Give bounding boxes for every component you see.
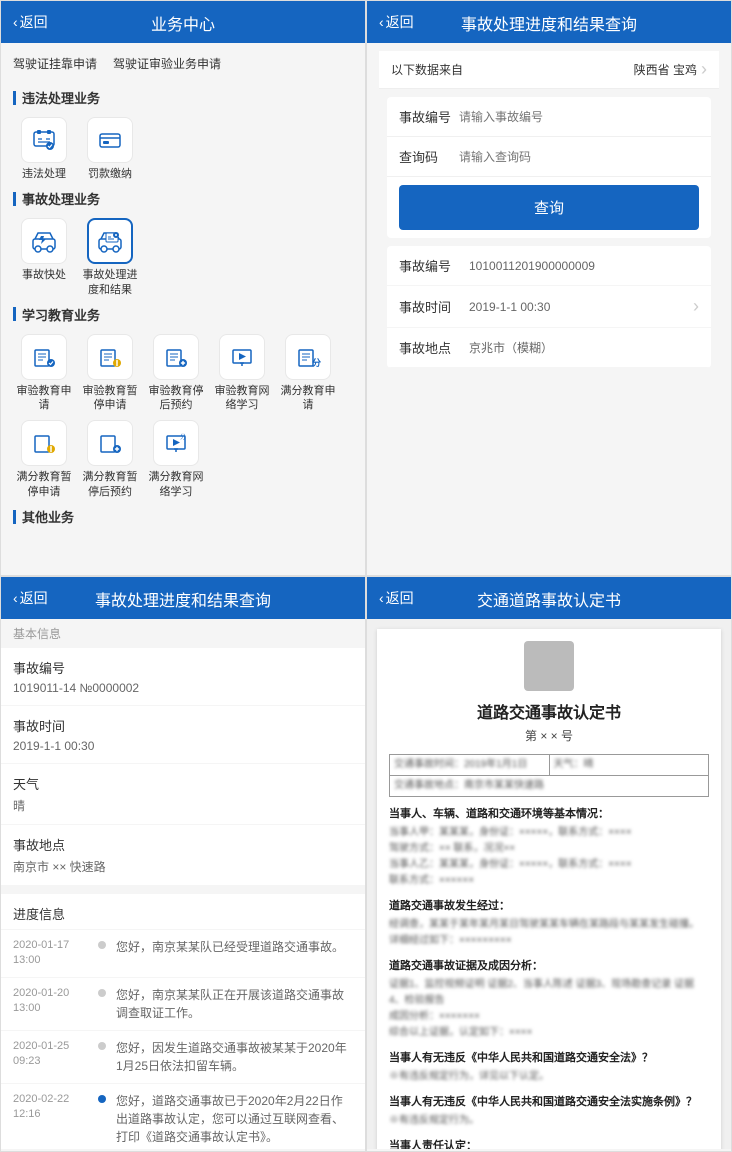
doc-sub-title: 第 × × 号 xyxy=(389,727,709,744)
icon-box-accident-quick xyxy=(21,218,67,264)
header-accident-detail: ‹ 返回 事故处理进度和结果查询 xyxy=(1,577,365,619)
section-education: 学习教育业务 xyxy=(13,305,353,324)
icon-payment[interactable]: 罚款缴纳 xyxy=(79,117,141,181)
icon-violation-process[interactable]: 违法处理 xyxy=(13,117,75,181)
top-links: 驾驶证挂靠申请 驾驶证审验业务申请 xyxy=(13,51,353,80)
icon-edu3[interactable]: 审验教育停后预约 xyxy=(145,334,207,413)
doc-section-law2: 当事人有无违反《中华人民共和国道路交通安全法实施条例》？ xyxy=(389,1093,709,1109)
progress-dot-0 xyxy=(98,941,106,949)
doc-parties-text: 当事人甲：某某某，身份证：×××××，联系方式：×××× 驾驶方式：×× 联系，… xyxy=(389,825,709,889)
svg-text:分: 分 xyxy=(180,433,186,441)
doc-law1-text: ※有违反规定行为，详见以下认定。 xyxy=(389,1069,709,1085)
section-other: 其他业务 xyxy=(13,507,353,526)
doc-process-text: 经调查，某某于某年某月某日驾驶某某车辆在某路段与某某发生碰撞。 详细经过如下：×… xyxy=(389,917,709,949)
violation-grid: 违法处理 罚款缴纳 xyxy=(13,117,353,181)
icon-edu8[interactable]: 分 满分教育网络学习 xyxy=(145,420,207,499)
icon-edu6[interactable]: 满分教育暂停申请 xyxy=(13,420,75,499)
result-row-2: 事故地点 京兆市（模糊） xyxy=(387,328,711,368)
icon-accident-quick[interactable]: 事故快处 xyxy=(13,218,75,297)
progress-item-1: 2020-01-20 13:00 您好，南京某某队正在开展该道路交通事故调查取证… xyxy=(1,978,365,1031)
icon-box-violation xyxy=(21,117,67,163)
progress-item-0: 2020-01-17 13:00 您好，南京某某队已经受理道路交通事故。 xyxy=(1,930,365,978)
header-query: ‹ 返回 事故处理进度和结果查询 xyxy=(367,1,731,43)
doc-law2-text: ※有违反规定行为。 xyxy=(389,1113,709,1129)
panel-query: ‹ 返回 事故处理进度和结果查询 以下数据来自 陕西省 宝鸡 事故编号 查询码 xyxy=(366,0,732,576)
data-source-arrow xyxy=(701,59,707,80)
accident-grid: 事故快处 xyxy=(13,218,353,297)
detail-weather: 天气 晴 xyxy=(1,764,365,825)
doc-section-process: 道路交通事故发生经过： xyxy=(389,897,709,913)
section-violation: 违法处理业务 xyxy=(13,88,353,107)
panel-business-center: ‹ 返回 业务中心 驾驶证挂靠申请 驾驶证审验业务申请 违法处理业务 xyxy=(0,0,366,576)
data-source-bar: 以下数据来自 陕西省 宝鸡 xyxy=(379,51,719,89)
query-form: 事故编号 查询码 查询 xyxy=(387,97,711,238)
doc-paper: 道路交通事故认定书 第 × × 号 交通事故时间：2019年1月1日 天气：晴 … xyxy=(377,629,721,1149)
doc-stamp xyxy=(524,641,574,691)
data-source-value[interactable]: 陕西省 宝鸡 xyxy=(634,59,707,80)
query-results: 事故编号 1010011201900000009 事故时间 2019-1-1 0… xyxy=(387,246,711,368)
progress-section: 进度信息 2020-01-17 13:00 您好，南京某某队已经受理道路交通事故… xyxy=(1,894,365,1149)
icon-edu7[interactable]: 满分教育暂停后预约 xyxy=(79,420,141,499)
query-button[interactable]: 查询 xyxy=(399,185,699,230)
result-arrow-1 xyxy=(693,296,699,317)
back-button-bl[interactable]: ‹ 返回 xyxy=(13,588,48,608)
header-doc-viewer: ‹ 返回 交通道路事故认定书 xyxy=(367,577,731,619)
accident-number-row: 事故编号 xyxy=(387,97,711,137)
progress-item-2: 2020-01-25 09:23 您好，因发生道路交通事故被某某于2020年1月… xyxy=(1,1031,365,1084)
progress-dot-3 xyxy=(98,1095,106,1103)
back-button-br[interactable]: ‹ 返回 xyxy=(379,588,414,608)
doc-section-responsibility: 当事人责任认定： xyxy=(389,1137,709,1149)
accident-number-input[interactable] xyxy=(459,110,699,124)
detail-location: 事故地点 南京市 ×× 快速路 xyxy=(1,825,365,886)
icon-edu4[interactable]: 审验教育网络学习 xyxy=(211,334,273,413)
doc-section-law1: 当事人有无违反《中华人民共和国道路交通安全法》？ xyxy=(389,1049,709,1065)
progress-dot-2 xyxy=(98,1042,106,1050)
icon-box-payment xyxy=(87,117,133,163)
detail-card: 事故编号 1019011-14 №0000002 事故时间 2019-1-1 0… xyxy=(1,648,365,886)
header-business-center: ‹ 返回 业务中心 xyxy=(1,1,365,43)
business-center-content: 驾驶证挂靠申请 驾驶证审验业务申请 违法处理业务 xyxy=(1,43,365,573)
doc-evidence-text: 证据1、监控视频证明 证据2、当事人陈述 证据3、现场勘查记录 证据4、检验报告… xyxy=(389,977,709,1041)
icon-accident-progress[interactable]: 事故处理进度和结果 xyxy=(79,218,141,297)
panel-accident-detail: ‹ 返回 事故处理进度和结果查询 基本信息 事故编号 1019011-14 №0… xyxy=(0,576,366,1152)
progress-item-3: 2020-02-22 12:16 您好，道路交通事故已于2020年2月22日作出… xyxy=(1,1084,365,1149)
panel-doc-viewer: ‹ 返回 交通道路事故认定书 道路交通事故认定书 第 × × 号 交通事故时间：… xyxy=(366,576,732,1152)
icon-box-accident-progress xyxy=(87,218,133,264)
doc-viewer: 道路交通事故认定书 第 × × 号 交通事故时间：2019年1月1日 天气：晴 … xyxy=(367,619,731,1149)
icon-edu1[interactable]: 审验教育申请 xyxy=(13,334,75,413)
doc-section-evidence: 道路交通事故证据及成因分析： xyxy=(389,957,709,973)
detail-accident-time: 事故时间 2019-1-1 00:30 xyxy=(1,706,365,764)
query-code-row: 查询码 xyxy=(387,137,711,177)
icon-edu2[interactable]: 审验教育暂停申请 xyxy=(79,334,141,413)
doc-basic-table: 交通事故时间：2019年1月1日 天气：晴 交通事故地点：南京市某某快速路 xyxy=(389,754,709,797)
accident-detail-content: 基本信息 事故编号 1019011-14 №0000002 事故时间 2019-… xyxy=(1,619,365,1149)
query-code-input[interactable] xyxy=(459,150,699,164)
doc-main-title: 道路交通事故认定书 xyxy=(389,699,709,723)
svg-text:分: 分 xyxy=(312,357,321,368)
query-content: 以下数据来自 陕西省 宝鸡 事故编号 查询码 查询 xyxy=(367,43,731,573)
back-button-tl[interactable]: ‹ 返回 xyxy=(13,12,48,32)
education-grid: 审验教育申请 审验教育暂停申请 xyxy=(13,334,353,499)
result-row-1[interactable]: 事故时间 2019-1-1 00:30 xyxy=(387,286,711,328)
back-button-tr[interactable]: ‹ 返回 xyxy=(379,12,414,32)
main-grid: ‹ 返回 业务中心 驾驶证挂靠申请 驾驶证审验业务申请 违法处理业务 xyxy=(0,0,732,1152)
progress-dot-1 xyxy=(98,989,106,997)
base-info-label: 基本信息 xyxy=(1,619,365,648)
section-accident: 事故处理业务 xyxy=(13,189,353,208)
icon-edu5[interactable]: 分 满分教育申请 xyxy=(277,334,339,413)
result-row-0: 事故编号 1010011201900000009 xyxy=(387,246,711,286)
doc-section-parties: 当事人、车辆、道路和交通环境等基本情况： xyxy=(389,805,709,821)
detail-accident-number: 事故编号 1019011-14 №0000002 xyxy=(1,648,365,706)
